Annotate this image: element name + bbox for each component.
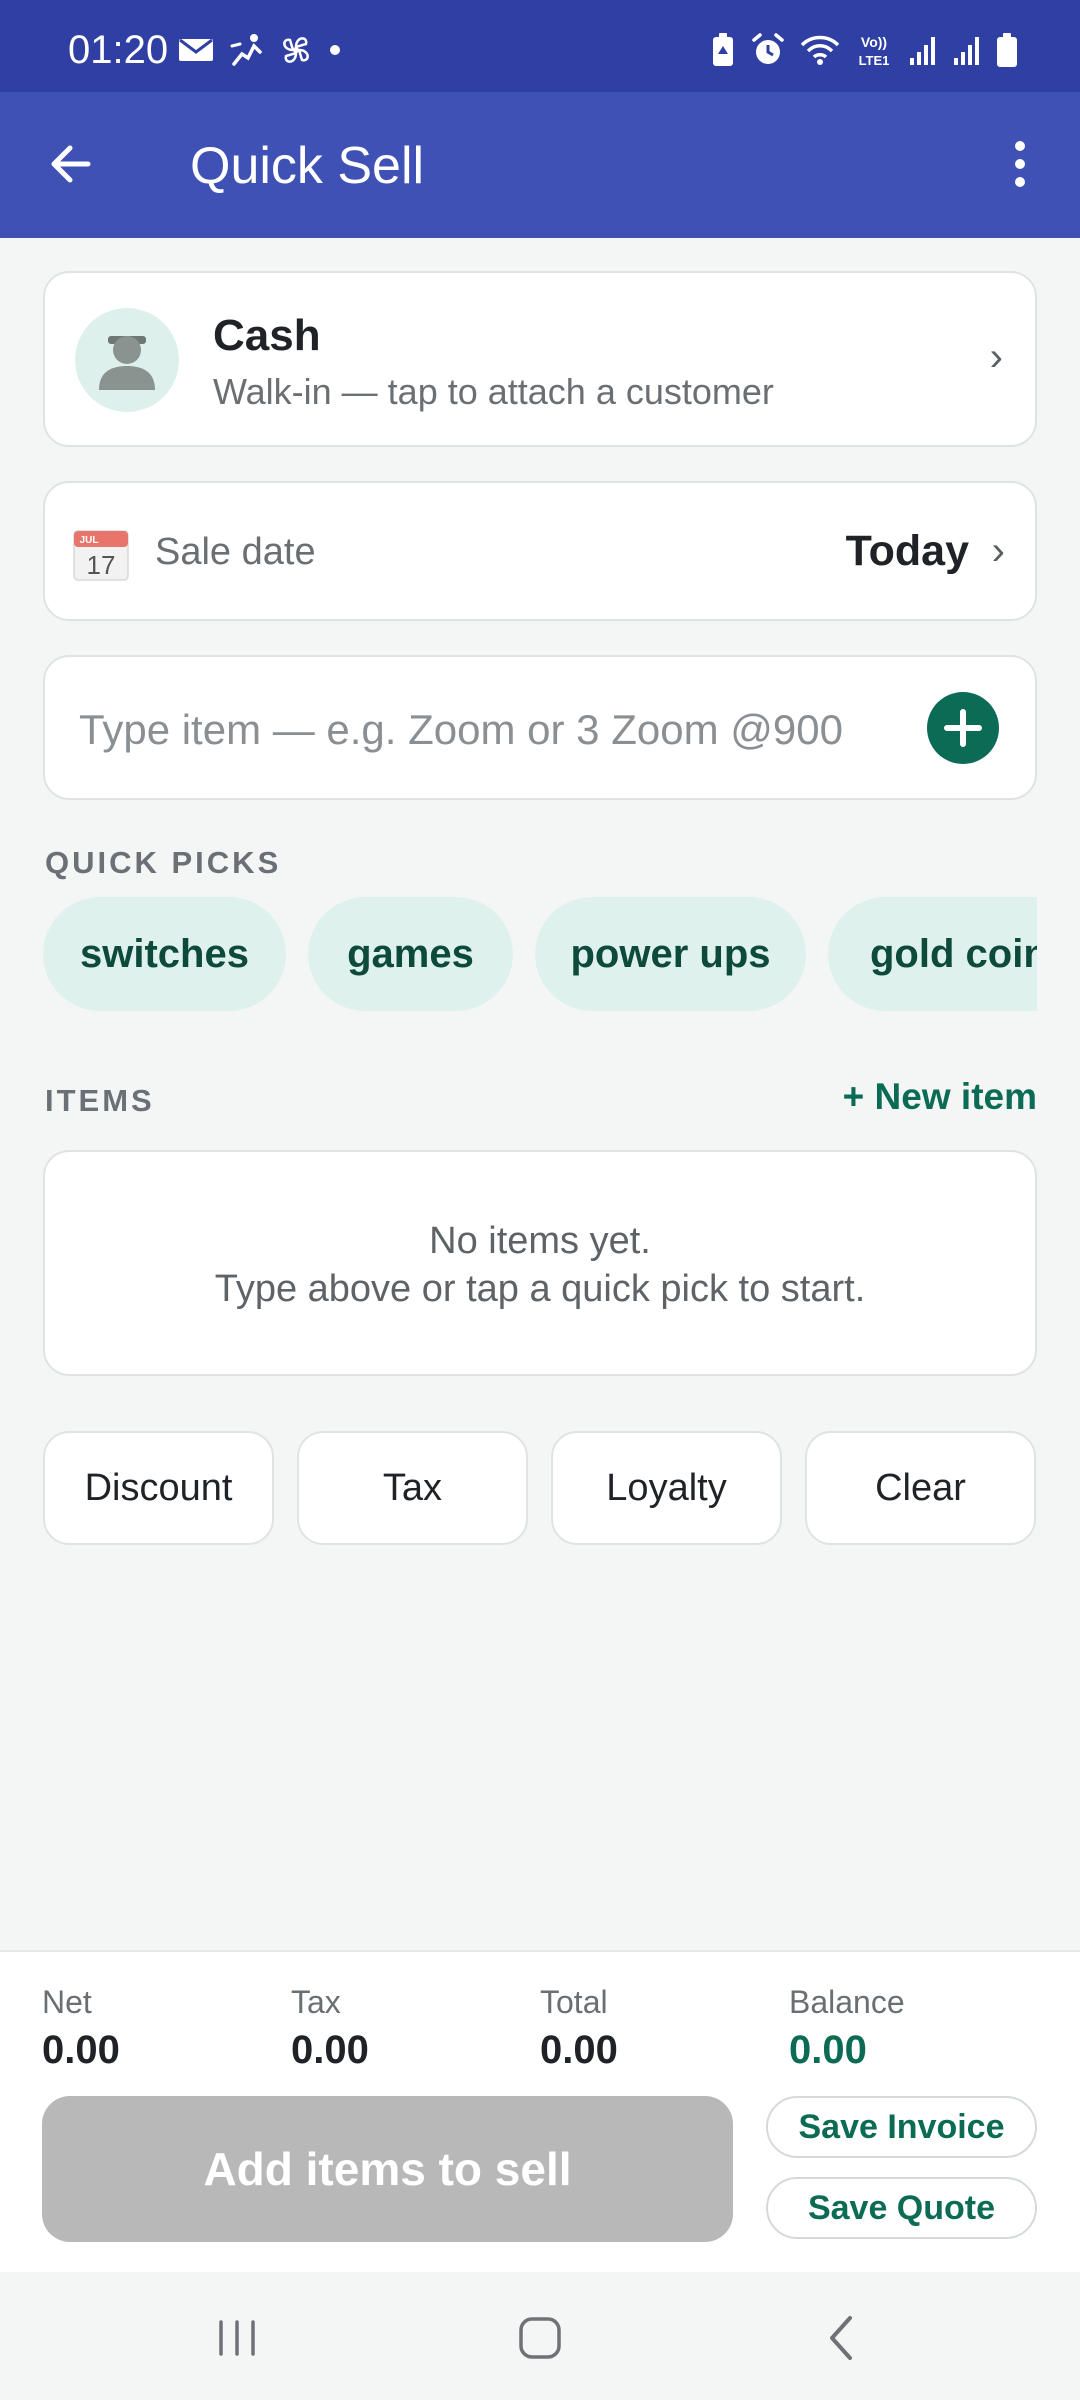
customer-subtitle: Walk-in — tap to attach a customer (213, 371, 774, 412)
quick-pick-chip-switches[interactable]: switches (43, 897, 286, 1011)
tax-value: 0.00 (291, 2028, 369, 2072)
tax-label: Tax (291, 1984, 341, 2020)
tax-button[interactable]: Tax (297, 1431, 528, 1545)
total-label: Total (540, 1984, 608, 2020)
svg-text:Vo)): Vo)) (861, 34, 887, 50)
sale-date-label: Sale date (155, 531, 316, 573)
quick-picks-row: switches games power ups gold coin (43, 897, 1037, 1013)
overflow-menu-button[interactable] (988, 132, 1052, 196)
calendar-icon: JUL 17 (73, 527, 129, 581)
back-button[interactable] (40, 132, 104, 196)
back-nav-button[interactable] (812, 2308, 872, 2368)
pinwheel-icon (278, 32, 314, 73)
status-bar: 01:20 Vo)) LTE1 (0, 0, 1080, 92)
quick-picks-label: QUICK PICKS (45, 845, 282, 880)
status-right-icons: Vo)) LTE1 (710, 32, 1018, 73)
add-item-button[interactable] (927, 692, 999, 764)
net-label: Net (42, 1984, 92, 2020)
save-invoice-button[interactable]: Save Invoice (766, 2096, 1037, 2158)
customer-card[interactable]: Cash Walk-in — tap to attach a customer … (43, 271, 1037, 447)
dot-icon (328, 43, 342, 62)
wifi-icon (800, 33, 840, 72)
home-icon (519, 2317, 561, 2359)
chevron-right-icon: › (991, 529, 1005, 573)
loyalty-button[interactable]: Loyalty (551, 1431, 782, 1545)
svg-text:17: 17 (87, 550, 116, 580)
items-empty-state: No items yet. Type above or tap a quick … (43, 1150, 1037, 1376)
customer-name: Cash (213, 311, 321, 360)
chevron-left-icon (830, 2316, 852, 2360)
empty-state-title: No items yet. (429, 1220, 651, 1262)
avatar (75, 308, 179, 412)
app-bar: Quick Sell (0, 92, 1080, 238)
recent-apps-icon (219, 2320, 255, 2356)
alarm-icon (750, 32, 786, 73)
save-quote-button[interactable]: Save Quote (766, 2177, 1037, 2239)
system-nav-bar (0, 2272, 1080, 2400)
clear-button[interactable]: Clear (805, 1431, 1036, 1545)
status-time: 01:20 (68, 28, 169, 72)
checkout-panel: Net 0.00 Tax 0.00 Total 0.00 Balance 0.0… (0, 1950, 1080, 2272)
balance-value: 0.00 (789, 2028, 867, 2072)
quick-pick-chip-gold-coin[interactable]: gold coin (828, 897, 1037, 1011)
arrow-left-icon (51, 145, 91, 183)
quick-pick-chip-power-ups[interactable]: power ups (535, 897, 806, 1011)
add-items-to-sell-button[interactable]: Add items to sell (42, 2096, 733, 2242)
recent-apps-button[interactable] (207, 2308, 267, 2368)
svg-text:LTE1: LTE1 (859, 53, 890, 68)
total-value: 0.00 (540, 2028, 618, 2072)
net-value: 0.00 (42, 2028, 120, 2072)
person-icon (99, 336, 155, 390)
more-vert-icon (1015, 141, 1025, 187)
activity-icon (228, 32, 264, 73)
mail-icon (178, 36, 214, 69)
item-input[interactable] (79, 695, 909, 765)
home-button[interactable] (510, 2308, 570, 2368)
battery-saver-icon (710, 32, 736, 73)
chevron-right-icon: › (989, 335, 1003, 379)
sale-date-value: Today (845, 527, 969, 575)
status-left-icons (178, 32, 342, 73)
signal-icon (908, 34, 938, 71)
new-item-link[interactable]: + New item (843, 1076, 1037, 1118)
balance-label: Balance (789, 1984, 905, 2020)
signal-icon (952, 34, 982, 71)
item-entry-card (43, 655, 1037, 800)
items-label: ITEMS (45, 1083, 155, 1118)
svg-text:JUL: JUL (80, 535, 99, 546)
empty-state-hint: Type above or tap a quick pick to start. (214, 1268, 866, 1310)
battery-icon (996, 32, 1018, 73)
plus-circle-icon (944, 709, 982, 747)
sale-date-card[interactable]: JUL 17 Sale date Today › (43, 481, 1037, 621)
quick-pick-chip-games[interactable]: games (308, 897, 513, 1011)
discount-button[interactable]: Discount (43, 1431, 274, 1545)
volte-icon: Vo)) LTE1 (854, 32, 894, 73)
page-title: Quick Sell (190, 137, 425, 195)
